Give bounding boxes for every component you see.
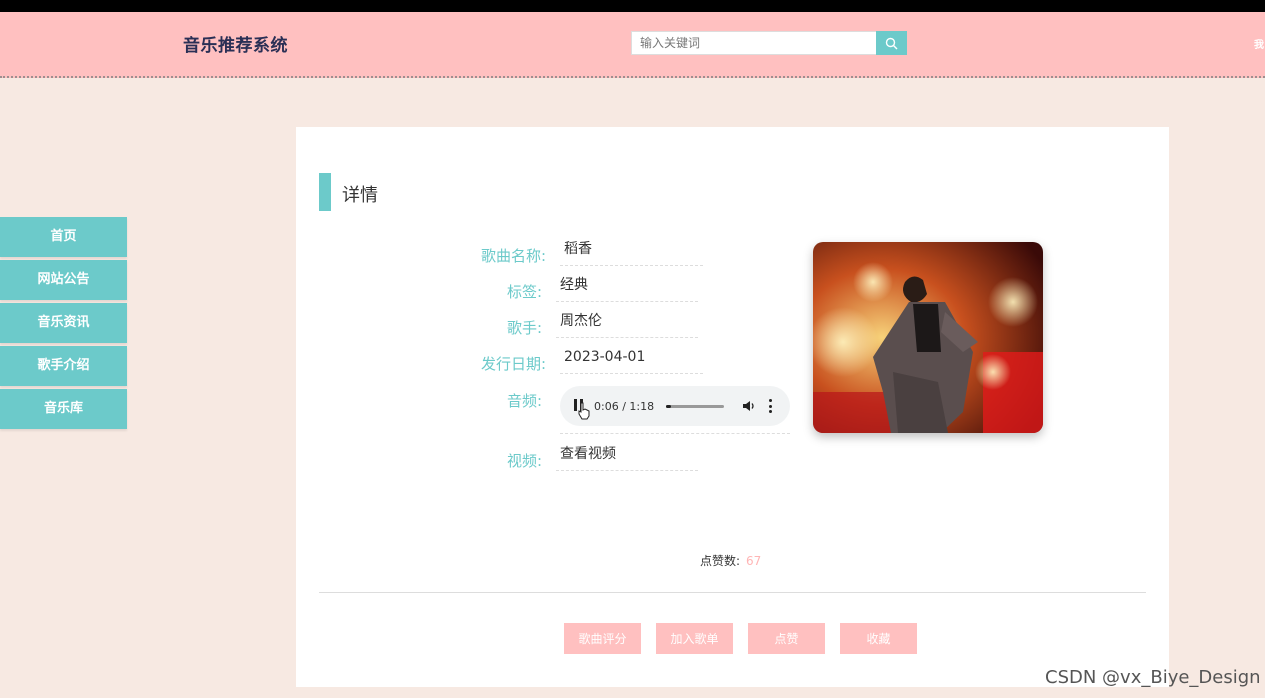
release-date-label: 发行日期: (480, 355, 546, 373)
watermark: CSDN @vx_Biye_Design (1045, 667, 1261, 688)
audio-label: 音频: (506, 392, 542, 410)
sidebar-item-music-news[interactable]: 音乐资讯 (0, 303, 127, 343)
song-name-label: 歌曲名称: (480, 247, 546, 265)
window-top-strip (0, 0, 1265, 12)
audio-progress-slider[interactable] (666, 404, 725, 408)
likes-label: 点赞数: (700, 554, 741, 568)
favorite-button[interactable]: 收藏 (840, 623, 917, 654)
section-title: 详情 (342, 185, 378, 206)
sidebar-item-home[interactable]: 首页 (0, 217, 127, 257)
sidebar-item-announcements[interactable]: 网站公告 (0, 260, 127, 300)
search-button[interactable] (876, 31, 907, 55)
detail-panel: 详情 歌曲名称: 稻香 标签: 经典 歌手: 周杰伦 发行日期: 2023-04… (296, 127, 1169, 687)
search-input[interactable] (631, 31, 876, 55)
audio-player: 0:06 / 1:18 (560, 386, 790, 426)
divider (319, 592, 1146, 593)
likes-count: 67 (746, 554, 762, 568)
rate-song-button[interactable]: 歌曲评分 (564, 623, 641, 654)
release-date-value: 2023-04-01 (560, 346, 703, 374)
singer-photo-icon (813, 242, 1043, 433)
hand-cursor-icon (578, 402, 590, 420)
more-options-icon[interactable] (768, 399, 772, 413)
sidebar-item-singers[interactable]: 歌手介绍 (0, 346, 127, 386)
likes-counter: 点赞数: 67 (700, 552, 761, 569)
search-bar (631, 31, 907, 55)
add-to-playlist-button[interactable]: 加入歌单 (656, 623, 733, 654)
video-label: 视频: (506, 452, 542, 470)
section-accent-bar (319, 173, 331, 211)
audio-underline (560, 433, 790, 434)
song-name-value: 稻香 (560, 238, 703, 266)
user-menu-link[interactable]: 我 (1254, 36, 1265, 51)
tag-label: 标签: (506, 283, 542, 301)
site-header: 音乐推荐系统 我 (0, 12, 1265, 78)
like-button[interactable]: 点赞 (748, 623, 825, 654)
video-link[interactable]: 查看视频 (556, 443, 698, 471)
search-icon (885, 37, 898, 49)
sidebar-nav: 首页 网站公告 音乐资讯 歌手介绍 音乐库 (0, 217, 127, 432)
tag-value: 经典 (556, 274, 698, 302)
site-title[interactable]: 音乐推荐系统 (183, 31, 288, 56)
volume-icon[interactable] (742, 399, 756, 413)
audio-time: 0:06 / 1:18 (594, 399, 655, 413)
singer-value: 周杰伦 (556, 310, 698, 338)
song-cover-image (813, 242, 1043, 433)
audio-progress-fill (666, 404, 671, 408)
singer-label: 歌手: (506, 319, 542, 337)
sidebar-item-music-library[interactable]: 音乐库 (0, 389, 127, 429)
